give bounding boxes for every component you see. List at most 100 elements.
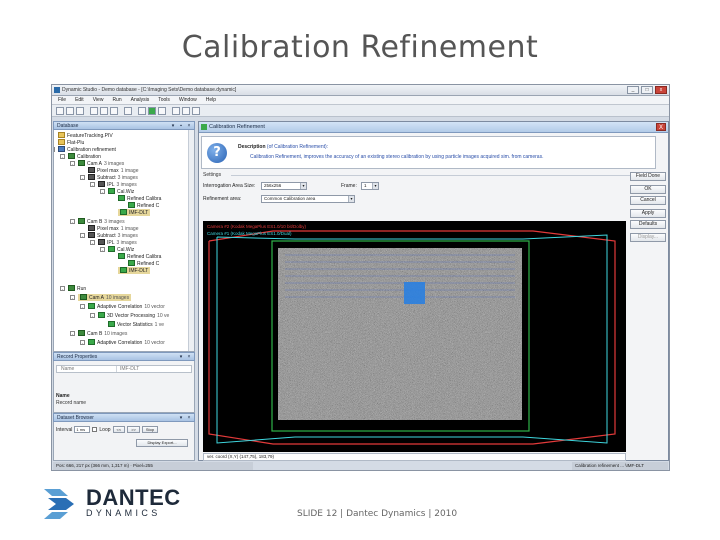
collapse-icon[interactable]: - — [80, 233, 85, 238]
close-panel-icon[interactable]: × — [186, 123, 192, 129]
calibration-image-viewer[interactable]: Camera #2 (Kodak MegaPlus ES1.0/10 bit/D… — [203, 221, 626, 452]
collapse-icon[interactable]: - — [70, 219, 75, 224]
tree-node[interactable]: Refined Calibra — [118, 195, 161, 202]
stop-button[interactable]: Stop — [141, 426, 159, 433]
zoom-icon[interactable] — [172, 107, 180, 115]
menu-analysis[interactable]: Analysis — [131, 96, 150, 104]
tree-node[interactable]: - Cam A3 images — [70, 160, 124, 167]
delete-icon[interactable] — [124, 107, 132, 115]
close-window-button[interactable]: x — [655, 86, 667, 94]
property-description: Record name — [56, 400, 87, 406]
tree-node[interactable]: Pixel max 1 image — [88, 225, 138, 232]
menu-edit[interactable]: Edit — [75, 96, 84, 104]
collapse-icon[interactable]: - — [60, 286, 65, 291]
next-button[interactable]: >> — [127, 426, 140, 433]
settings-icon[interactable] — [192, 107, 200, 115]
tree-node[interactable]: Refined C — [128, 260, 159, 267]
autohide-icon[interactable]: ▪ — [178, 123, 184, 129]
tree-node[interactable]: - Run — [60, 285, 86, 292]
field-done-button[interactable]: Field Done — [630, 172, 666, 181]
tree-node[interactable]: Refined C — [128, 202, 159, 209]
defaults-button[interactable]: Defaults — [630, 220, 666, 229]
toolbar — [52, 105, 669, 117]
collapse-icon[interactable]: - — [60, 154, 65, 159]
tree-node[interactable]: FeatureTracking.PIV — [58, 132, 113, 139]
ok-button[interactable]: OK — [630, 185, 666, 194]
tree-node[interactable]: Vector Statistics 1 ve — [108, 321, 164, 328]
menu-window[interactable]: Window — [179, 96, 197, 104]
collapse-icon[interactable]: - — [70, 295, 75, 300]
tree-node[interactable]: - Subtract 3 images — [80, 174, 138, 181]
refinement-area-select[interactable]: Common Calibration area ▾ — [261, 195, 355, 203]
pin-icon[interactable]: ▾ — [178, 415, 184, 421]
tree-node[interactable]: Pixel max 1 image — [88, 167, 138, 174]
help-icon[interactable] — [182, 107, 190, 115]
run-icon[interactable] — [148, 107, 156, 115]
collapse-icon[interactable]: - — [70, 331, 75, 336]
paste-icon[interactable] — [110, 107, 118, 115]
tree-node[interactable]: - Adaptive Correlation 10 vector — [80, 303, 165, 310]
apply-button[interactable]: Apply — [630, 209, 666, 218]
tree-node[interactable]: - IPL 3 images — [90, 239, 137, 246]
tree-node[interactable]: - Subtract 3 images — [80, 232, 138, 239]
previous-button[interactable]: << — [112, 426, 126, 433]
interrogation-area-select[interactable]: 256x256 ▾ — [261, 182, 307, 190]
new-icon[interactable] — [56, 107, 64, 115]
collapse-icon[interactable]: - — [100, 189, 105, 194]
stop-icon[interactable] — [158, 107, 166, 115]
display-export-button[interactable]: Display Export... — [136, 439, 188, 447]
interval-input[interactable]: 1 ms — [74, 426, 91, 433]
property-key: Name — [57, 366, 117, 372]
menu-run[interactable]: Run — [112, 96, 121, 104]
collapse-icon[interactable]: - — [54, 147, 55, 152]
tree-node[interactable]: - Adaptive Correlation 10 vector — [80, 339, 165, 346]
tree-node-selected[interactable]: IMF-DLT — [118, 209, 151, 216]
collapse-icon[interactable]: - — [100, 247, 105, 252]
cancel-button[interactable]: Cancel — [630, 196, 666, 205]
close-panel-icon[interactable]: × — [186, 415, 192, 421]
pin-icon[interactable]: ▾ — [170, 123, 176, 129]
tree-node[interactable]: -3D Vector Processing 10 ve — [90, 312, 169, 319]
cut-icon[interactable] — [90, 107, 98, 115]
minimize-button[interactable]: _ — [627, 86, 639, 94]
close-panel-icon[interactable]: × — [186, 354, 192, 360]
menu-tools[interactable]: Tools — [158, 96, 170, 104]
tree-scrollbar[interactable] — [188, 130, 194, 351]
tree-node[interactable]: IMF-DLT — [118, 267, 151, 274]
tree-node[interactable]: Flat-Plu — [58, 139, 84, 146]
camera-icon — [78, 160, 85, 166]
pin-icon[interactable]: ▾ — [178, 354, 184, 360]
properties-icon[interactable] — [138, 107, 146, 115]
frame-select[interactable]: 1 ▾ — [361, 182, 379, 190]
loop-checkbox[interactable] — [92, 427, 98, 432]
ensemble-icon — [88, 303, 95, 309]
tree-node[interactable]: - Cam B3 images — [70, 218, 125, 225]
tree-node[interactable]: - Cal.Wiz — [100, 246, 134, 253]
ensemble-icon — [120, 209, 127, 215]
open-icon[interactable] — [66, 107, 74, 115]
collapse-icon[interactable]: - — [80, 340, 85, 345]
collapse-icon[interactable]: - — [90, 240, 95, 245]
menu-view[interactable]: View — [93, 96, 104, 104]
collapse-icon[interactable]: - — [70, 161, 75, 166]
tree-node[interactable]: Refined Calibra — [118, 253, 161, 260]
menu-bar: File Edit View Run Analysis Tools Window… — [52, 96, 669, 105]
copy-icon[interactable] — [100, 107, 108, 115]
maximize-button[interactable]: □ — [641, 86, 653, 94]
menu-help[interactable]: Help — [206, 96, 216, 104]
collapse-icon[interactable]: - — [90, 182, 95, 187]
collapse-icon[interactable]: - — [90, 313, 95, 318]
property-row-name[interactable]: Name IMF-DLT — [56, 365, 192, 373]
menu-file[interactable]: File — [58, 96, 66, 104]
tree-node[interactable]: - Cam B 10 images — [70, 330, 127, 337]
dialog-close-button[interactable]: X — [656, 123, 666, 131]
tree-node[interactable]: -Calibration refinement — [54, 146, 116, 153]
collapse-icon[interactable]: - — [80, 304, 85, 309]
tree-node[interactable]: - Cam A 10 images — [70, 294, 132, 301]
display-button[interactable]: Display... — [630, 233, 666, 242]
tree-node[interactable]: - IPL 3 images — [90, 181, 137, 188]
tree-node[interactable]: - Calibration — [60, 153, 101, 160]
collapse-icon[interactable]: - — [80, 175, 85, 180]
tree-node[interactable]: - Cal.Wiz — [100, 188, 134, 195]
save-icon[interactable] — [76, 107, 84, 115]
